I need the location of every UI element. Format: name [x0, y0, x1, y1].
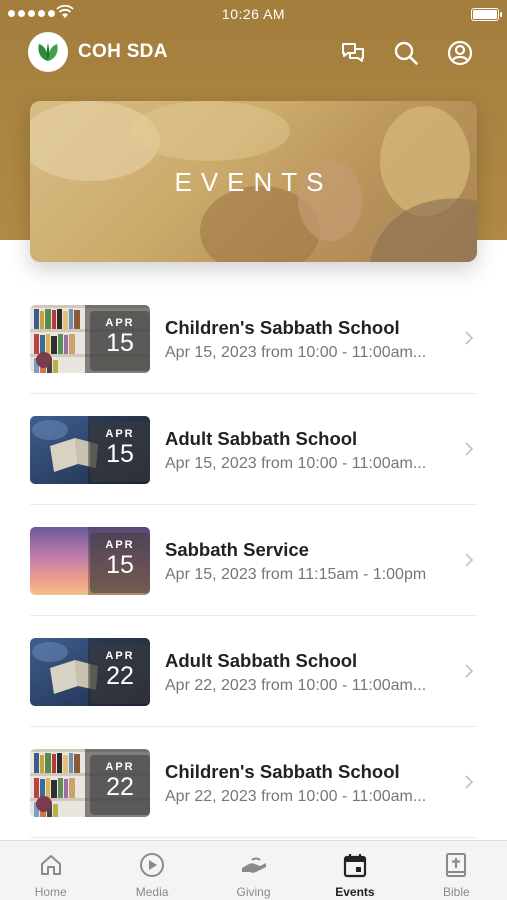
banner-title: EVENTS: [174, 167, 333, 197]
event-datetime: Apr 15, 2023 from 11:15am - 1:00pm: [165, 566, 427, 583]
event-title: Adult Sabbath School: [165, 428, 358, 449]
date-month: APR: [105, 761, 135, 773]
event-datetime: Apr 22, 2023 from 10:00 - 11:00am...: [165, 677, 427, 694]
event-thumbnail: APR 15: [30, 527, 150, 595]
chevron-right-icon: [465, 775, 473, 789]
tab-label: Giving: [236, 885, 271, 899]
church-logo[interactable]: [28, 32, 68, 72]
tab-media[interactable]: Media: [101, 841, 202, 900]
tab-label: Media: [135, 885, 169, 899]
event-row[interactable]: APR 15 Children's Sabbath School Apr 15,…: [30, 283, 477, 394]
home-icon: [40, 855, 61, 875]
date-day: 22: [106, 773, 134, 801]
profile-button[interactable]: [445, 38, 475, 68]
app-bar: COH SDA: [0, 32, 507, 74]
status-time: 10:26 AM: [221, 6, 286, 22]
status-bar: 10:26 AM: [0, 0, 507, 28]
event-thumbnail: APR 22: [30, 749, 150, 817]
leaf-logo-icon: [38, 43, 58, 61]
date-month: APR: [105, 650, 135, 662]
chat-icon: [342, 43, 364, 62]
date-badge: APR 22: [90, 755, 150, 815]
chevron-right-icon: [465, 331, 473, 345]
event-title: Adult Sabbath School: [165, 650, 358, 671]
chevron-right-icon: [465, 553, 473, 567]
event-row[interactable]: APR 15 Adult Sabbath School Apr 15, 2023…: [30, 394, 477, 505]
tab-label: Bible: [442, 885, 470, 899]
event-thumbnail: APR 15: [30, 416, 150, 484]
events-banner: EVENTS: [30, 101, 477, 262]
event-title: Sabbath Service: [165, 539, 309, 560]
search-icon: [394, 41, 418, 65]
tab-label: Home: [34, 885, 67, 899]
battery-icon: [471, 8, 502, 21]
event-row[interactable]: APR 22 Adult Sabbath School Apr 22, 2023…: [30, 616, 477, 727]
tab-label: Events: [335, 885, 375, 899]
event-row[interactable]: APR 15 Sabbath Service Apr 15, 2023 from…: [30, 505, 477, 616]
app-title: COH SDA: [78, 41, 168, 62]
event-datetime: Apr 15, 2023 from 10:00 - 11:00am...: [165, 455, 427, 472]
event-title: Children's Sabbath School: [165, 317, 400, 338]
date-month: APR: [105, 428, 135, 440]
play-icon: [140, 853, 165, 877]
tab-giving[interactable]: Giving: [203, 841, 304, 900]
date-month: APR: [105, 539, 135, 551]
event-title: Children's Sabbath School: [165, 761, 400, 782]
date-day: 15: [106, 440, 134, 468]
search-button[interactable]: [391, 38, 421, 68]
bible-icon: [446, 853, 467, 877]
chevron-right-icon: [465, 664, 473, 678]
chat-button[interactable]: [338, 38, 368, 68]
tab-bible[interactable]: Bible: [406, 841, 507, 900]
date-day: 15: [106, 551, 134, 579]
event-datetime: Apr 15, 2023 from 10:00 - 11:00am...: [165, 344, 427, 361]
tab-home[interactable]: Home: [0, 841, 101, 900]
date-month: APR: [105, 317, 135, 329]
profile-icon: [447, 40, 473, 66]
giving-icon: [241, 857, 266, 873]
date-day: 15: [106, 329, 134, 357]
events-list: APR 15 Children's Sabbath School Apr 15,…: [30, 283, 477, 838]
chevron-right-icon: [465, 442, 473, 456]
event-row[interactable]: APR 22 Children's Sabbath School Apr 22,…: [30, 727, 477, 838]
event-thumbnail: APR 15: [30, 305, 150, 373]
date-badge: APR 15: [90, 422, 150, 482]
calendar-icon: [343, 854, 367, 878]
bottom-tab-bar: Home Media Giving Events Bible: [0, 840, 507, 900]
event-thumbnail: APR 22: [30, 638, 150, 706]
date-badge: APR 22: [90, 644, 150, 704]
date-badge: APR 15: [90, 311, 150, 371]
event-datetime: Apr 22, 2023 from 10:00 - 11:00am...: [165, 788, 427, 805]
date-badge: APR 15: [90, 533, 150, 593]
date-day: 22: [106, 662, 134, 690]
tab-events[interactable]: Events: [304, 841, 405, 900]
